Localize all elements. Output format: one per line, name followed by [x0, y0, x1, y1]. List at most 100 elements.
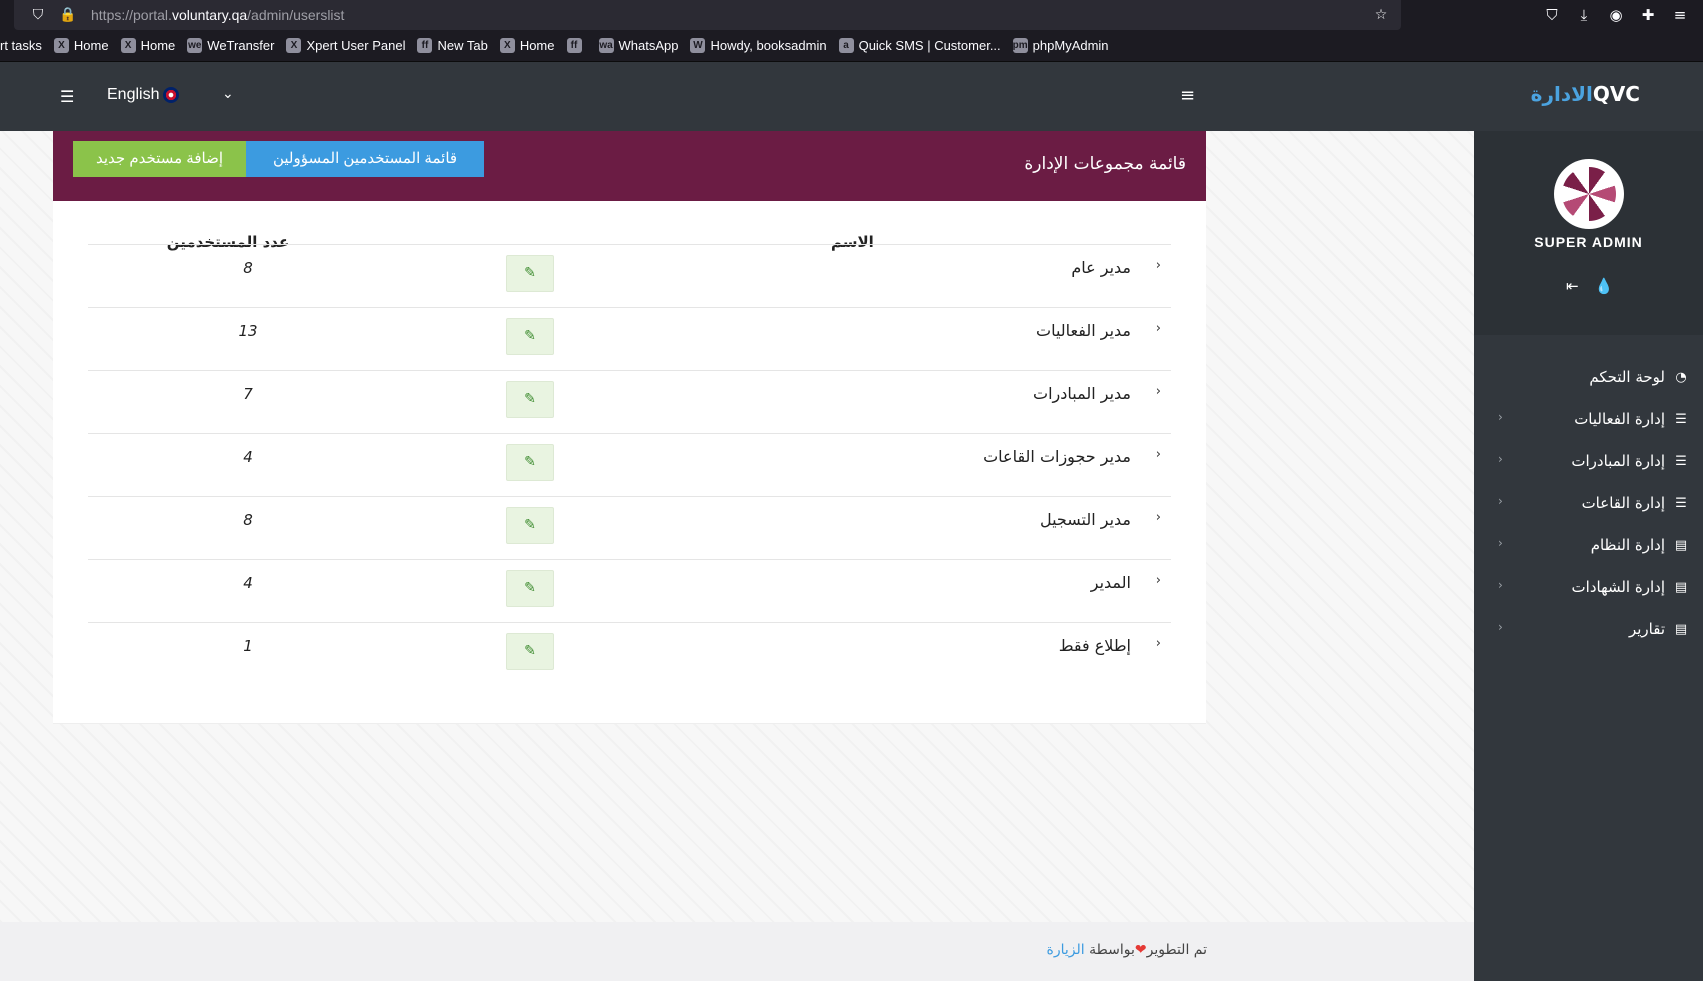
theme-drop-icon[interactable]: 💧 — [1595, 277, 1614, 295]
bookmark-item[interactable]: pma phpMyAdmin — [1012, 38, 1109, 53]
bookmark-item[interactable]: X Home — [499, 38, 555, 53]
list-icon: ☰ — [1675, 453, 1687, 469]
hamburger-icon[interactable]: ≡ — [1180, 87, 1196, 105]
table-row: 13 ✎ مدير الفعاليات › — [88, 307, 1171, 370]
bookmark-item[interactable]: a Quick SMS | Customer... — [838, 38, 1001, 53]
edit-button[interactable]: ✎ — [506, 507, 554, 544]
profile-actions: ⇤ 💧 — [1566, 277, 1613, 295]
bookmark-item[interactable]: we WeTransfer — [187, 38, 274, 53]
bookmark-item[interactable]: ff New Tab — [417, 38, 488, 53]
logout-icon[interactable]: ⇤ — [1566, 277, 1579, 295]
sidebar-item[interactable]: ☰ إدارة الفعاليات ‹ — [1474, 398, 1703, 440]
avatar — [1554, 159, 1624, 229]
bookmark-label: rt tasks — [0, 38, 42, 53]
group-name[interactable]: إطلاع فقط — [1059, 636, 1131, 655]
user-count: 8 — [243, 259, 253, 277]
user-count: 4 — [243, 448, 253, 466]
bookmark-item[interactable]: rt tasks — [0, 38, 42, 53]
chevron-right-icon[interactable]: › — [1156, 447, 1161, 462]
list-toggle-icon[interactable]: ☰ — [60, 89, 78, 105]
group-name[interactable]: مدير حجوزات القاعات — [983, 447, 1131, 466]
edit-button[interactable]: ✎ — [506, 633, 554, 670]
app-header: ☰ English ⌄ ≡ الادارةQVC — [0, 62, 1703, 131]
sidebar-item-label: إدارة النظام — [1590, 536, 1665, 554]
add-user-button[interactable]: إضافة مستخدم جديد — [73, 141, 246, 177]
footer-link[interactable]: الزيارة — [1047, 942, 1085, 958]
chevron-right-icon[interactable]: › — [1156, 321, 1161, 336]
star-icon[interactable]: ☆ — [1371, 5, 1391, 25]
bookmark-favicon-icon: ff — [566, 38, 582, 53]
edit-button[interactable]: ✎ — [506, 318, 554, 355]
bookmark-item[interactable]: wa WhatsApp — [598, 38, 678, 53]
sidebar-item-label: تقارير — [1628, 620, 1665, 638]
sidebar-item[interactable]: ◔ لوحة التحكم — [1474, 356, 1703, 398]
bookmark-favicon-icon: pma — [1012, 38, 1034, 53]
uk-flag-icon — [163, 87, 180, 103]
bookmark-item[interactable]: W Howdy, booksadmin — [690, 38, 827, 53]
admin-users-list-button[interactable]: قائمة المستخدمين المسؤولين — [246, 141, 484, 177]
menu-icon[interactable]: ≡ — [1667, 0, 1693, 30]
user-count: 7 — [243, 385, 253, 403]
edit-button[interactable]: ✎ — [506, 255, 554, 292]
sidebar-item-label: إدارة المبادرات — [1571, 452, 1665, 470]
sidebar-item[interactable]: ▤ تقارير ‹ — [1474, 608, 1703, 650]
url-bar[interactable]: ⛉ 🔒 https://portal.voluntary.qa/admin/us… — [14, 0, 1401, 30]
bookmark-label: Howdy, booksadmin — [710, 38, 827, 53]
sidebar-item[interactable]: ☰ إدارة القاعات ‹ — [1474, 482, 1703, 524]
bookmark-favicon-icon: X — [53, 38, 69, 53]
page-title: قائمة مجموعات الإدارة — [1024, 154, 1186, 174]
bookmark-label: Home — [519, 38, 555, 53]
extensions-icon[interactable]: ✚ — [1635, 0, 1661, 30]
bookmark-favicon-icon: wa — [598, 38, 614, 53]
language-selector[interactable]: English — [107, 86, 180, 104]
brand-logo[interactable]: الادارةQVC — [1531, 82, 1640, 106]
shield-icon[interactable]: ⛉ — [28, 5, 48, 25]
sidebar-item[interactable]: ☰ إدارة المبادرات ‹ — [1474, 440, 1703, 482]
pencil-icon: ✎ — [524, 328, 536, 344]
user-count: 8 — [243, 511, 253, 529]
table-row: 8 ✎ مدير عام › — [88, 244, 1171, 307]
bookmark-item[interactable]: X Xpert User Panel — [286, 38, 405, 53]
bookmark-item[interactable]: X Home — [120, 38, 175, 53]
bookmark-label: Quick SMS | Customer... — [858, 38, 1001, 53]
chevron-left-icon: ‹ — [1498, 452, 1503, 466]
chevron-right-icon[interactable]: › — [1156, 258, 1161, 273]
chevron-right-icon[interactable]: › — [1156, 510, 1161, 525]
bookmark-item[interactable]: X Home — [53, 38, 109, 53]
sidebar-item[interactable]: ▤ إدارة النظام ‹ — [1474, 524, 1703, 566]
edit-button[interactable]: ✎ — [506, 570, 554, 607]
groups-table: الاسم عدد المستخدمين 8 ✎ مدير عام › 13 ✎ مدير … — [53, 201, 1206, 724]
bookmark-favicon-icon: X — [286, 38, 302, 53]
group-name[interactable]: مدير التسجيل — [1040, 510, 1131, 529]
sidebar-item-label: إدارة الفعاليات — [1574, 410, 1665, 428]
account-icon[interactable]: ◉ — [1603, 0, 1629, 30]
chevron-right-icon[interactable]: › — [1156, 573, 1161, 588]
url-text[interactable]: https://portal.voluntary.qa/admin/usersl… — [91, 7, 344, 23]
list-icon: ☰ — [1675, 411, 1687, 427]
group-name[interactable]: مدير الفعاليات — [1036, 321, 1131, 340]
group-name[interactable]: مدير المبادرات — [1033, 384, 1131, 403]
chevron-right-icon[interactable]: › — [1156, 636, 1161, 651]
lock-icon[interactable]: 🔒 — [58, 5, 78, 25]
pocket-icon[interactable]: ⛉ — [1539, 0, 1565, 30]
chevron-left-icon: ‹ — [1498, 620, 1503, 634]
edit-button[interactable]: ✎ — [506, 381, 554, 418]
group-name[interactable]: المدير — [1091, 573, 1131, 592]
bookmark-item[interactable]: ff — [566, 38, 587, 53]
download-icon[interactable]: ⤓ — [1571, 0, 1597, 30]
browser-toolbar: ⛉ 🔒 https://portal.voluntary.qa/admin/us… — [0, 0, 1703, 30]
bookmark-favicon-icon: a — [838, 38, 854, 53]
group-name[interactable]: مدير عام — [1071, 258, 1131, 277]
edit-button[interactable]: ✎ — [506, 444, 554, 481]
sidebar: SUPER ADMIN ⇤ 💧 ◔ لوحة التحكم ☰ إدارة الفعا… — [1474, 131, 1703, 981]
list-icon: ☰ — [1675, 495, 1687, 511]
footer: تم التطوير❤بواسطة الزيارة — [0, 922, 1474, 981]
chevron-right-icon[interactable]: › — [1156, 384, 1161, 399]
pencil-icon: ✎ — [524, 643, 536, 659]
pencil-icon: ✎ — [524, 454, 536, 470]
pencil-icon: ✎ — [524, 580, 536, 596]
sidebar-item[interactable]: ▤ إدارة الشهادات ‹ — [1474, 566, 1703, 608]
user-count: 4 — [243, 574, 253, 592]
chevron-down-icon[interactable]: ⌄ — [222, 86, 234, 102]
bookmark-label: WeTransfer — [207, 38, 275, 53]
